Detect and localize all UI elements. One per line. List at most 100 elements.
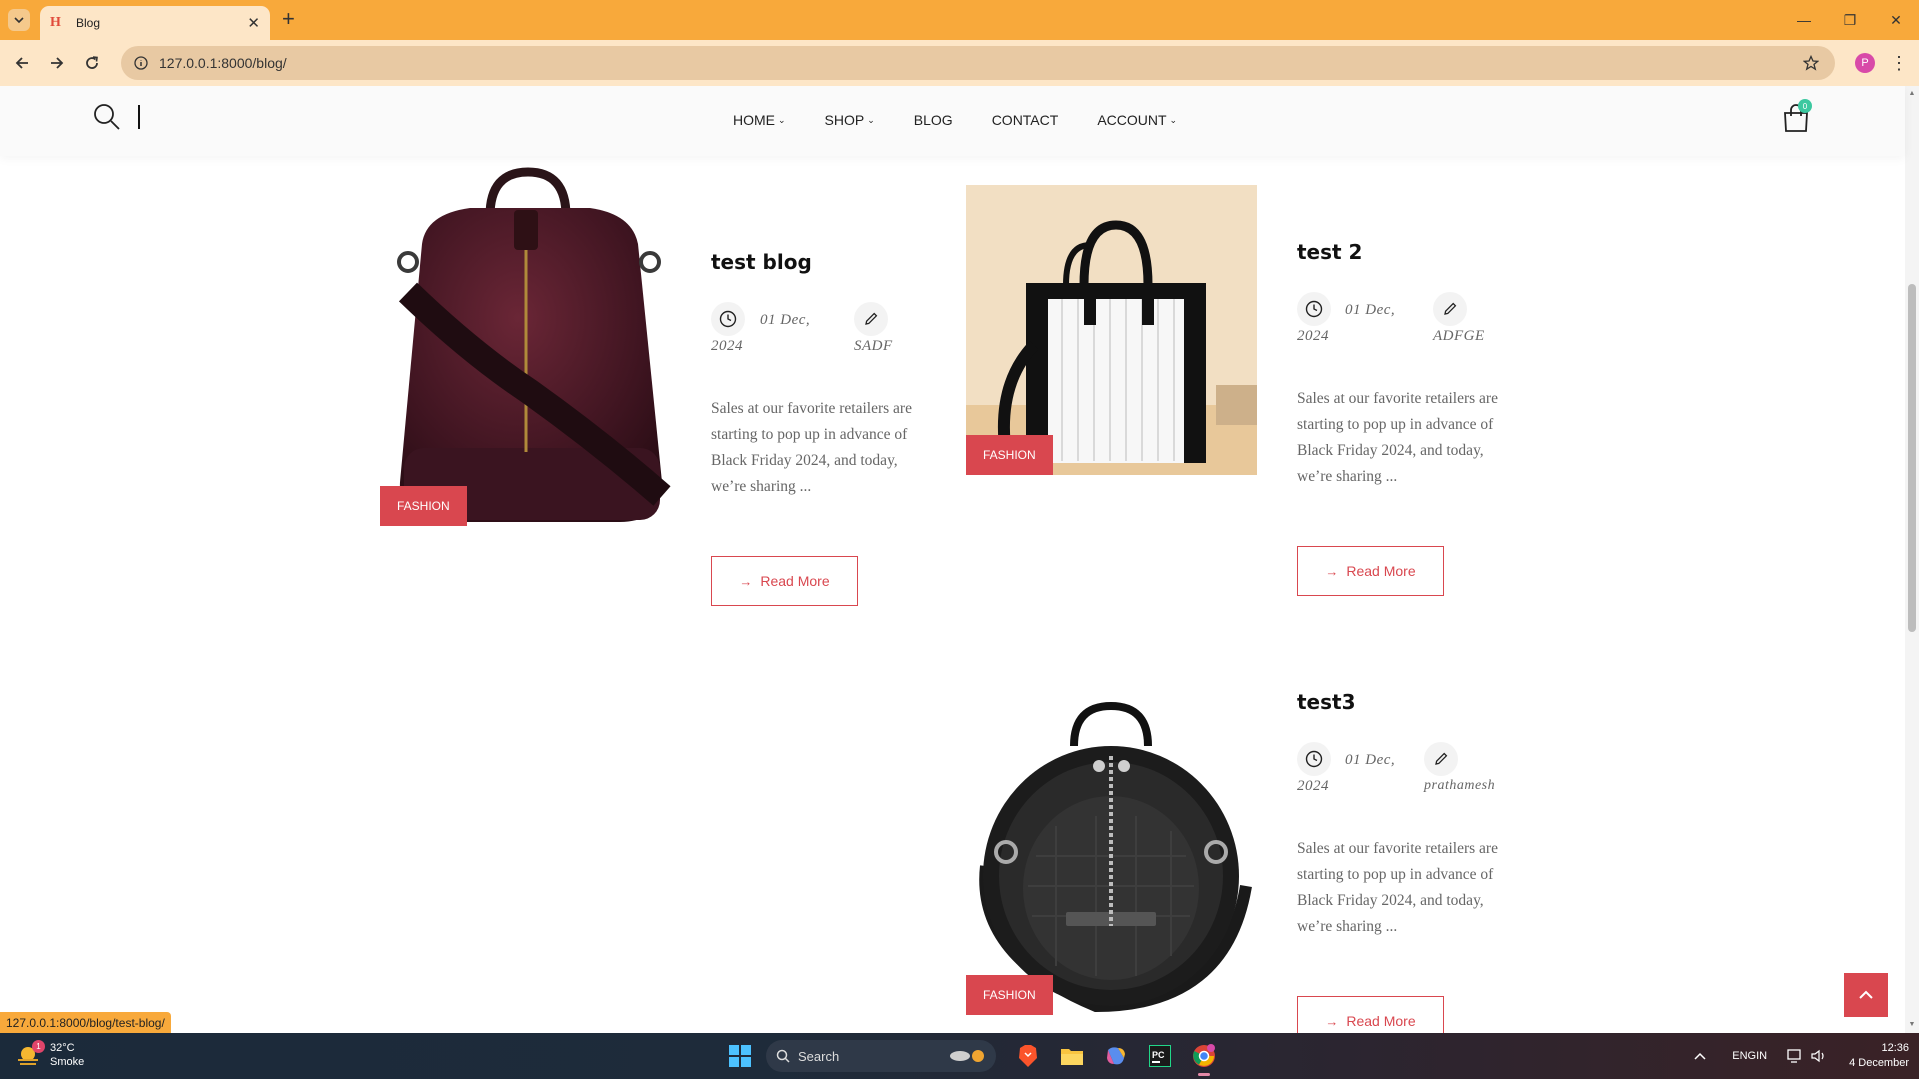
- windows-start-icon[interactable]: [724, 1040, 756, 1072]
- chevron-down-icon: [14, 17, 24, 24]
- search-highlight-icon: [950, 1050, 984, 1062]
- scrollbar-thumb[interactable]: [1908, 284, 1916, 632]
- read-more-label: Read More: [1346, 563, 1416, 579]
- address-bar[interactable]: 127.0.0.1:8000/blog/: [121, 46, 1835, 80]
- svg-text:PC: PC: [1152, 1050, 1165, 1060]
- post-author: ADFGE: [1433, 328, 1485, 344]
- read-more-button[interactable]: → Read More: [1297, 546, 1444, 596]
- tray-overflow-chevron-icon[interactable]: [1694, 1052, 1706, 1060]
- url-text: 127.0.0.1:8000/blog/: [159, 55, 287, 71]
- post-title[interactable]: test blog: [711, 250, 812, 274]
- weather-sun-haze-icon: 1: [16, 1040, 45, 1068]
- taskbar-apps: Search PC: [724, 1040, 1220, 1076]
- close-window-icon[interactable]: ✕: [1873, 0, 1919, 40]
- chevron-up-icon: [1859, 990, 1873, 999]
- nav-contact-label: CONTACT: [991, 112, 1059, 128]
- category-tag[interactable]: FASHION: [380, 486, 467, 526]
- reload-button[interactable]: [80, 51, 104, 75]
- nav-home[interactable]: HOME ⌄: [733, 112, 786, 128]
- weather-description: Smoke: [50, 1056, 85, 1068]
- nav-shop-label: SHOP: [824, 112, 865, 128]
- page-scrollbar[interactable]: ▲ ▼: [1905, 86, 1919, 1033]
- browser-tab-bar: H Blog ✕ + — ❐ ✕: [0, 0, 1919, 40]
- nav-home-label: HOME: [733, 112, 775, 128]
- profile-avatar[interactable]: P: [1855, 53, 1875, 73]
- nav-account[interactable]: ACCOUNT ⌄: [1097, 112, 1177, 128]
- clock-icon: [711, 302, 745, 336]
- system-tray: ENG IN 12:36 4 December: [1680, 1037, 1909, 1075]
- new-tab-button[interactable]: +: [282, 8, 295, 30]
- pencil-icon: [1433, 292, 1467, 326]
- post-excerpt: Sales at our favorite retailers are star…: [1297, 390, 1498, 485]
- arrow-right-icon: [51, 57, 64, 69]
- chevron-down-icon: ⌄: [778, 114, 786, 125]
- nav-account-label: ACCOUNT: [1097, 112, 1167, 128]
- browser-tab[interactable]: H Blog ✕: [40, 6, 270, 40]
- clock-icon: [1297, 742, 1331, 776]
- scroll-down-arrow-icon[interactable]: ▼: [1908, 1021, 1916, 1029]
- back-to-top-button[interactable]: [1844, 973, 1888, 1017]
- nav-blog-label: BLOG: [913, 112, 953, 128]
- post-excerpt: Sales at our favorite retailers are star…: [711, 400, 912, 495]
- post-title[interactable]: test3: [1297, 690, 1356, 714]
- taskbar-search-placeholder: Search: [798, 1048, 840, 1064]
- clock-date: 4 December: [1849, 1057, 1909, 1069]
- chrome-browser-icon[interactable]: [1188, 1040, 1220, 1076]
- site-header: HOME ⌄ SHOP ⌄ BLOG CONTACT ACCOUNT ⌄ 0: [0, 86, 1905, 156]
- arrow-right-icon: →: [739, 573, 753, 589]
- nav-contact[interactable]: CONTACT: [992, 112, 1059, 128]
- post-date-year: 2024: [1297, 778, 1329, 794]
- language-indicator[interactable]: ENG IN: [1732, 1049, 1767, 1063]
- post-image-maroon-backpack[interactable]: FASHION: [380, 152, 676, 532]
- search-icon[interactable]: [93, 103, 121, 131]
- read-more-button[interactable]: → Read More: [711, 556, 858, 606]
- bookmark-star-icon[interactable]: [1799, 55, 1823, 71]
- post-image-round-black-bag[interactable]: FASHION: [966, 626, 1257, 1015]
- network-icon[interactable]: [1787, 1049, 1803, 1063]
- volume-icon[interactable]: [1811, 1049, 1827, 1063]
- site-info-icon[interactable]: [131, 53, 151, 73]
- browser-menu-icon[interactable]: ⋮: [1890, 51, 1908, 75]
- post-date-day: 01 Dec,: [760, 312, 811, 328]
- category-tag[interactable]: FASHION: [966, 975, 1053, 1015]
- region-code: IN: [1756, 1050, 1768, 1062]
- tab-search-button[interactable]: [8, 9, 30, 31]
- post-title[interactable]: test 2: [1297, 240, 1362, 264]
- clock-time: 12:36: [1881, 1042, 1909, 1054]
- minimize-icon[interactable]: —: [1781, 0, 1827, 40]
- file-explorer-icon[interactable]: [1056, 1040, 1088, 1072]
- language-code: ENG: [1732, 1050, 1757, 1062]
- search-input-caret[interactable]: [138, 105, 140, 129]
- restore-icon[interactable]: ❐: [1827, 0, 1873, 40]
- status-bar-url: 127.0.0.1:8000/blog/test-blog/: [0, 1012, 171, 1033]
- clock-icon: [1297, 292, 1331, 326]
- post-image-black-white-tote[interactable]: FASHION: [966, 185, 1257, 475]
- read-more-button[interactable]: → Read More: [1297, 996, 1444, 1033]
- system-clock[interactable]: 12:36 4 December: [1849, 1041, 1909, 1071]
- back-button[interactable]: [10, 51, 34, 75]
- category-tag[interactable]: FASHION: [966, 435, 1053, 475]
- page-viewport: HOME ⌄ SHOP ⌄ BLOG CONTACT ACCOUNT ⌄ 0 F…: [0, 86, 1919, 1033]
- nav-shop[interactable]: SHOP ⌄: [825, 112, 875, 128]
- weather-widget[interactable]: 1 32°C Smoke: [16, 1040, 85, 1069]
- pencil-icon: [854, 302, 888, 336]
- close-tab-icon[interactable]: ✕: [247, 14, 260, 32]
- post-date-day: 01 Dec,: [1345, 302, 1396, 318]
- arrow-right-icon: →: [1325, 563, 1339, 579]
- forward-button[interactable]: [45, 51, 69, 75]
- copilot-icon[interactable]: [1100, 1040, 1132, 1072]
- scroll-up-arrow-icon[interactable]: ▲: [1908, 90, 1916, 98]
- search-icon: [776, 1049, 790, 1063]
- post-author: prathamesh: [1424, 778, 1496, 793]
- post-date-day: 01 Dec,: [1345, 752, 1396, 768]
- post-excerpt: Sales at our favorite retailers are star…: [1297, 840, 1498, 935]
- reload-icon: [86, 56, 98, 69]
- main-navigation: HOME ⌄ SHOP ⌄ BLOG CONTACT ACCOUNT ⌄: [733, 112, 1216, 128]
- brave-browser-icon[interactable]: [1012, 1040, 1044, 1072]
- read-more-label: Read More: [760, 573, 830, 589]
- chevron-down-icon: ⌄: [1169, 114, 1178, 125]
- nav-blog[interactable]: BLOG: [914, 112, 953, 128]
- taskbar-search-box[interactable]: Search: [766, 1040, 996, 1072]
- post-date-year: 2024: [1297, 328, 1329, 344]
- pycharm-icon[interactable]: PC: [1144, 1040, 1176, 1072]
